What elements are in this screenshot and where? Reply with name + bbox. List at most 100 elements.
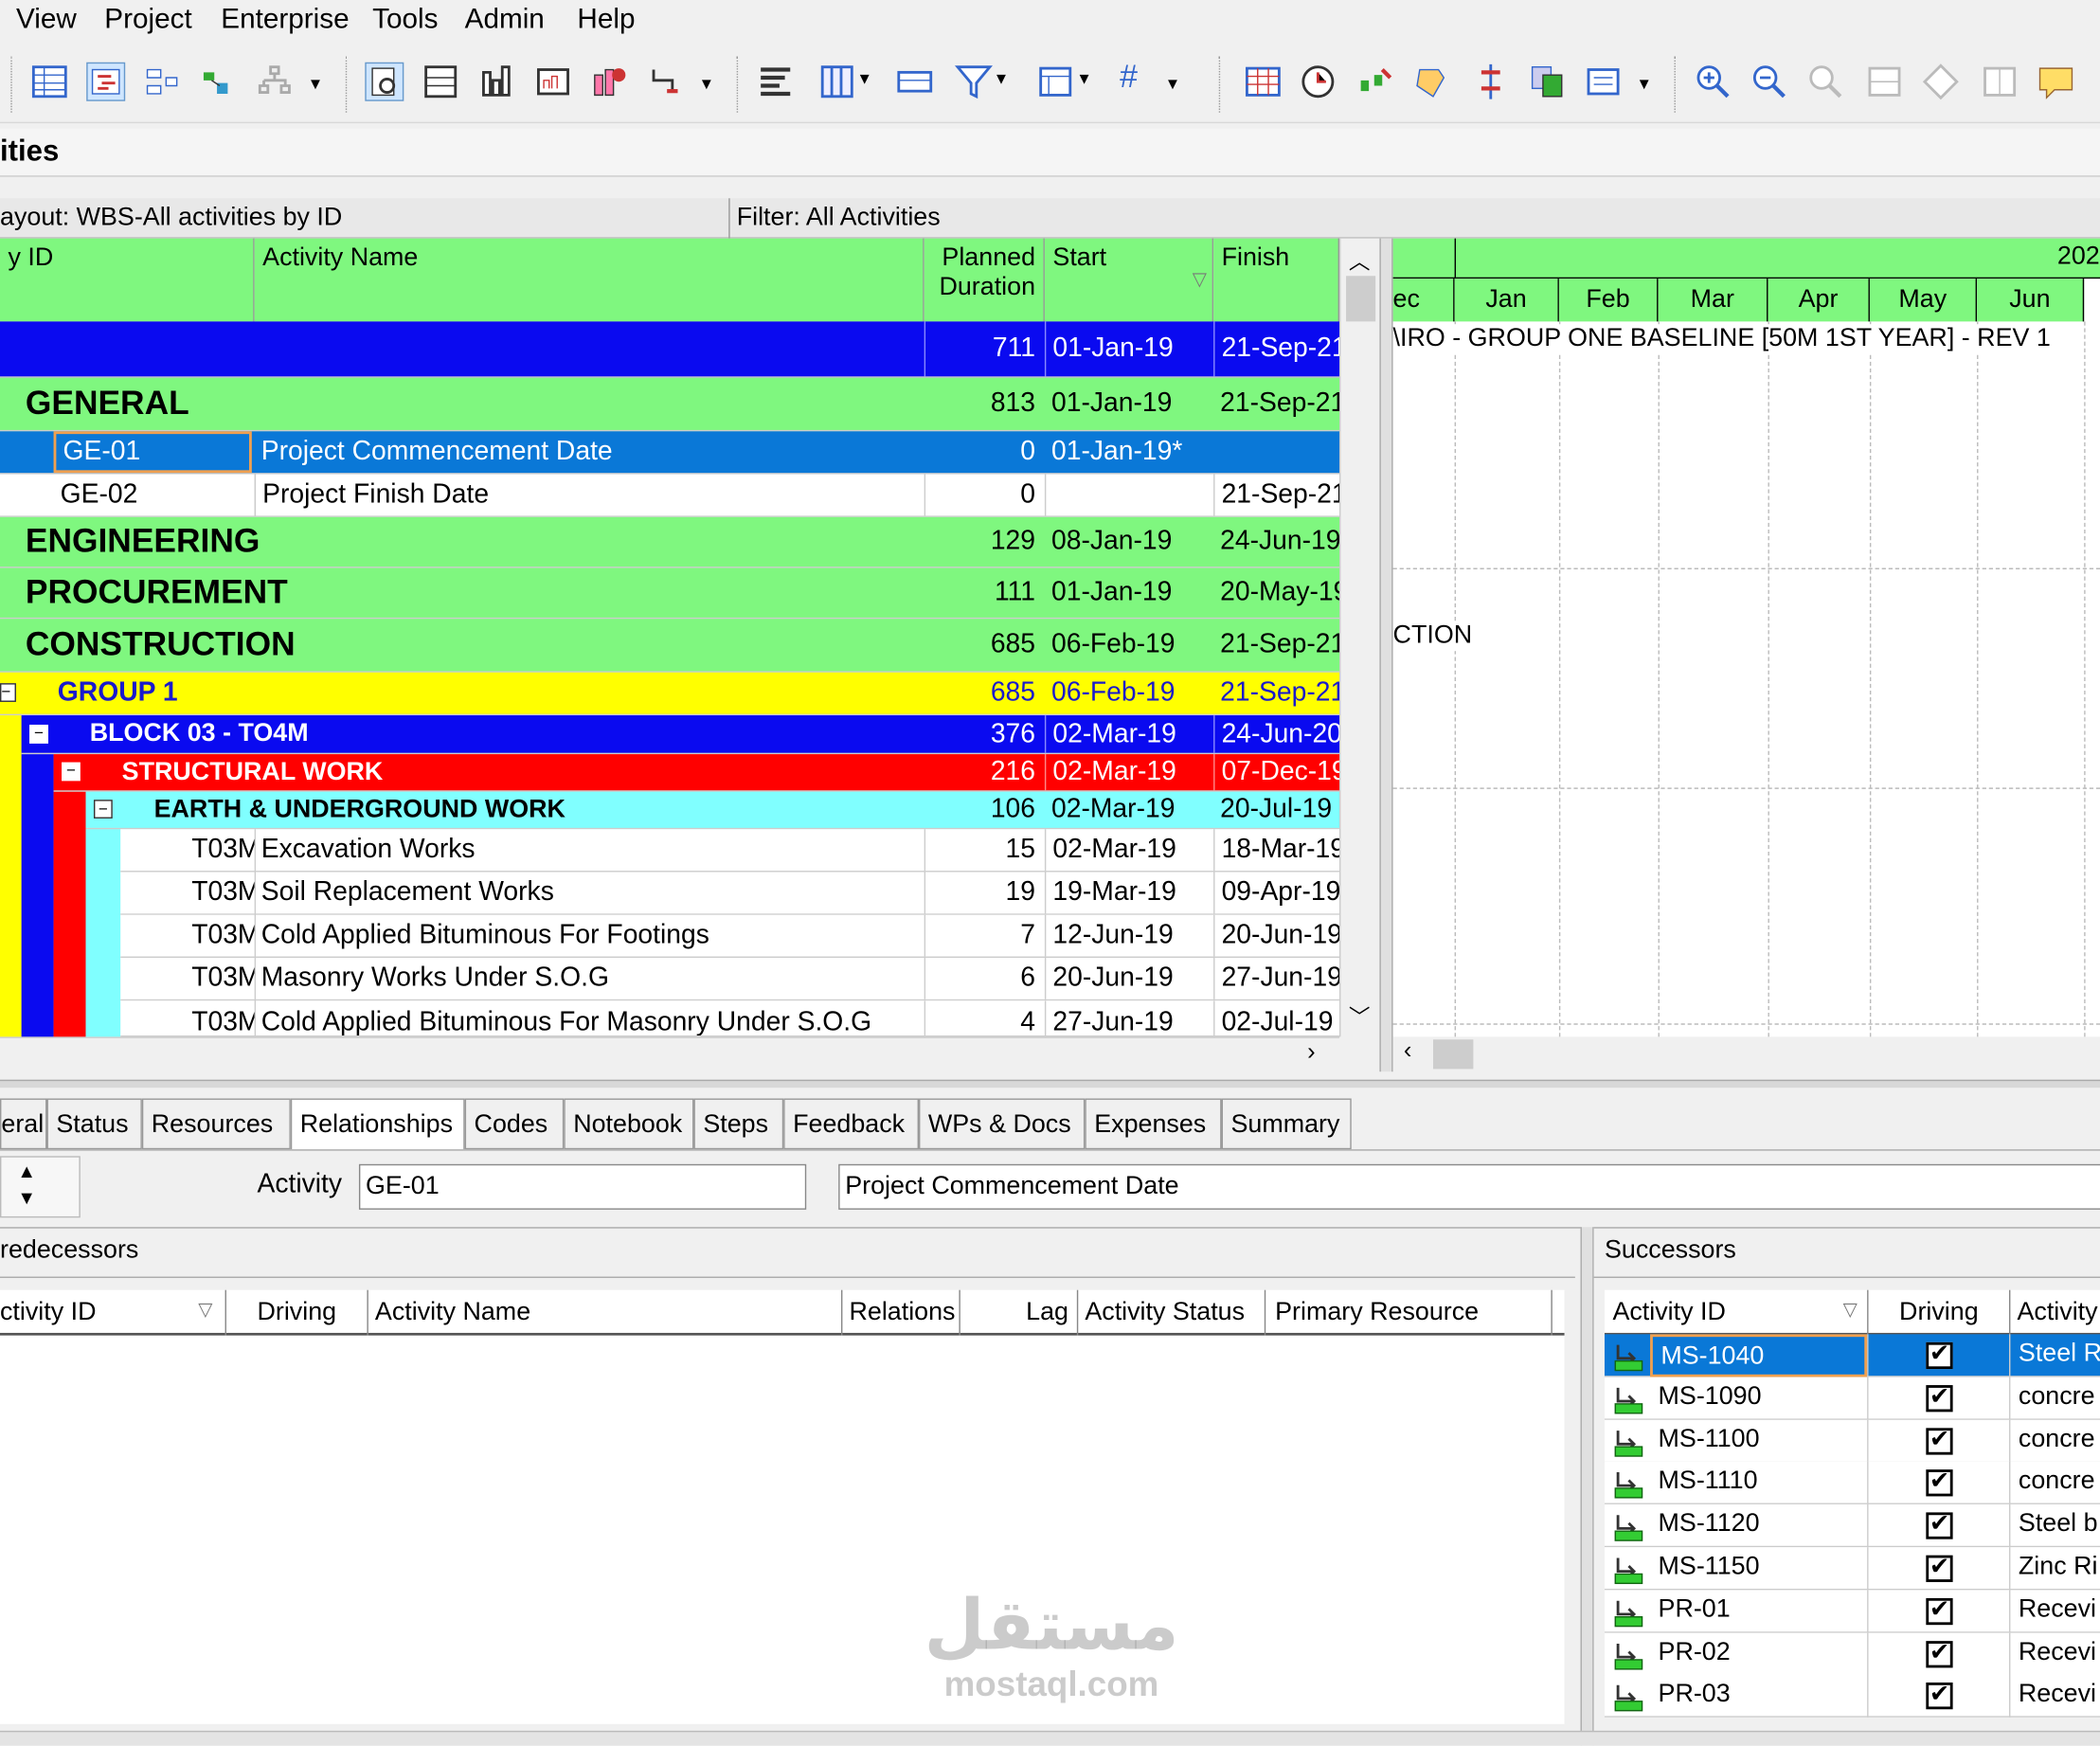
col-activity-id[interactable]: y ID (0, 238, 255, 322)
activity-id-field[interactable]: GE-01 (358, 1163, 807, 1210)
tab-general[interactable]: eral (0, 1098, 47, 1150)
filter-label[interactable]: Filter: All Activities (737, 204, 941, 233)
driving-checkbox[interactable] (1867, 1462, 2009, 1505)
grid-horizontal-scrollbar[interactable]: › (0, 1036, 1339, 1072)
pred-col-lag[interactable]: Lag (1026, 1298, 1068, 1327)
notes-icon[interactable] (2036, 62, 2075, 101)
table-row[interactable]: ENGINEERING 129 08-Jan-19 24-Jun-19 (0, 516, 1339, 568)
group-sort-icon[interactable] (1036, 62, 1076, 101)
tab-resources[interactable]: Resources (141, 1098, 291, 1150)
tab-codes[interactable]: Codes (464, 1098, 565, 1150)
filter-icon[interactable] (954, 62, 994, 101)
table-row[interactable]: T03M Cold Applied Bituminous For Masonry… (120, 1000, 1339, 1037)
successor-activity-id[interactable]: PR-03 (1650, 1675, 1867, 1718)
chevron-down-icon[interactable]: ▾ (702, 72, 711, 95)
trace-logic-2-icon[interactable] (646, 62, 686, 101)
collapse-icon[interactable]: − (62, 763, 81, 782)
successor-activity-id[interactable]: MS-1100 (1650, 1419, 1867, 1462)
successor-row[interactable]: MS-1150 Zinc Ri (1604, 1547, 2100, 1591)
resource-profile-icon[interactable] (533, 62, 573, 101)
successor-row[interactable]: MS-1100 concre (1604, 1419, 2100, 1463)
menu-admin[interactable]: Admin (465, 4, 545, 36)
collapse-icon[interactable]: − (0, 683, 16, 702)
arrow-down-icon[interactable]: ▼ (17, 1187, 36, 1209)
table-row[interactable]: T03M Cold Applied Bituminous For Footing… (120, 914, 1339, 959)
scroll-up-icon[interactable]: ︿ (1349, 243, 1371, 276)
cell-id[interactable]: GE-01 (53, 431, 252, 474)
successor-activity-id[interactable]: MS-1090 (1650, 1377, 1867, 1419)
store-period-icon[interactable] (1411, 62, 1451, 101)
wbs-chart-icon[interactable] (255, 62, 295, 101)
successor-row[interactable]: MS-1110 concre (1604, 1462, 2100, 1505)
copy-layout-icon[interactable] (1527, 62, 1567, 101)
level-resources-icon[interactable] (1355, 62, 1395, 101)
bottom-layout-icon[interactable] (421, 62, 460, 101)
chevron-down-icon[interactable]: ▾ (1080, 67, 1089, 90)
pred-col-activity-id[interactable]: ctivity ID (0, 1298, 96, 1327)
menu-view[interactable]: View (16, 4, 77, 36)
pred-col-activity-status[interactable]: Activity Status (1085, 1298, 1245, 1327)
driving-checkbox[interactable] (1867, 1504, 2009, 1548)
successor-activity-id[interactable]: MS-1110 (1650, 1462, 1867, 1504)
table-row[interactable]: GE-01 Project Commencement Date 0 01-Jan… (0, 431, 1339, 475)
scroll-right-icon[interactable]: › (1307, 1038, 1315, 1067)
pane-splitter-vertical[interactable] (1580, 1227, 1594, 1746)
successor-activity-id[interactable]: MS-1150 (1650, 1547, 1867, 1590)
collapse-icon[interactable]: − (29, 724, 48, 744)
sort-icon[interactable]: ▽ (1193, 268, 1207, 291)
trace-logic-icon[interactable] (198, 62, 238, 101)
timescale-icon[interactable] (895, 62, 935, 101)
driving-checkbox[interactable] (1867, 1675, 2009, 1719)
tab-notebook[interactable]: Notebook (564, 1098, 694, 1150)
gantt-view-icon[interactable] (85, 62, 126, 101)
resource-usage-icon[interactable] (476, 62, 516, 101)
tab-summary[interactable]: Summary (1221, 1098, 1352, 1150)
successor-row[interactable]: MS-1090 concre (1604, 1377, 2100, 1420)
reports-icon[interactable] (1583, 62, 1623, 101)
chevron-down-icon[interactable]: ▾ (860, 67, 870, 90)
record-stepper[interactable]: ▲ ▼ (0, 1156, 81, 1218)
scroll-thumb[interactable] (1346, 276, 1376, 322)
successor-row[interactable]: PR-03 Recevi (1604, 1675, 2100, 1719)
successor-row[interactable]: PR-01 Recevi (1604, 1590, 2100, 1633)
table-row[interactable]: 711 01-Jan-19 21-Sep-21 (0, 321, 1339, 378)
chevron-down-icon[interactable]: ▾ (311, 72, 320, 95)
hash-icon[interactable]: # (1120, 59, 1138, 97)
spreadsheet-icon[interactable] (1243, 62, 1283, 101)
chevron-down-icon[interactable]: ▾ (996, 67, 1006, 90)
bars-icon[interactable] (755, 62, 795, 101)
tab-status[interactable]: Status (46, 1098, 142, 1150)
sort-icon[interactable]: ▽ (1843, 1298, 1858, 1321)
chevron-down-icon[interactable]: ▾ (1168, 72, 1177, 95)
tab-wps-docs[interactable]: WPs & Docs (919, 1098, 1086, 1150)
col-finish[interactable]: Finish (1213, 238, 1339, 322)
arrow-up-icon[interactable]: ▲ (17, 1161, 36, 1182)
driving-checkbox[interactable] (1867, 1547, 2009, 1591)
horizontal-splitter[interactable] (0, 1079, 2100, 1089)
pred-col-primary-resource[interactable]: Primary Resource (1275, 1298, 1479, 1327)
zoom-in-icon[interactable] (1693, 62, 1732, 101)
table-row[interactable]: CONSTRUCTION 685 06-Feb-19 21-Sep-21 (0, 619, 1339, 673)
table-row[interactable]: − BLOCK 03 - TO4M 376 02-Mar-19 24-Jun-2… (21, 715, 1339, 755)
scroll-left-icon[interactable]: ‹ (1404, 1036, 1411, 1065)
table-row[interactable]: T03M Masonry Works Under S.O.G 6 20-Jun-… (120, 958, 1339, 1001)
activity-details-icon[interactable] (365, 62, 404, 101)
activity-name-field[interactable]: Project Commencement Date (838, 1163, 2100, 1210)
scroll-thumb[interactable] (1432, 1039, 1474, 1070)
driving-checkbox[interactable] (1867, 1590, 2009, 1633)
successor-row[interactable]: MS-1120 Steel b (1604, 1504, 2100, 1548)
schedule-icon[interactable] (1300, 62, 1339, 101)
successor-row[interactable]: MS-1040 Steel R (1604, 1334, 2100, 1377)
menu-project[interactable]: Project (104, 4, 191, 36)
network-icon[interactable] (142, 62, 182, 101)
gantt-horizontal-scrollbar[interactable]: ‹ (1392, 1036, 2100, 1072)
pred-col-driving[interactable]: Driving (257, 1298, 336, 1327)
table-icon[interactable] (29, 62, 69, 101)
pane-splitter[interactable] (1379, 238, 1393, 1072)
resource-histogram-icon[interactable] (589, 62, 629, 101)
menu-help[interactable]: Help (577, 4, 635, 36)
table-row[interactable]: PROCUREMENT 111 01-Jan-19 20-May-19 (0, 567, 1339, 620)
tab-relationships[interactable]: Relationships (290, 1098, 465, 1150)
zoom-out-icon[interactable] (1750, 62, 1789, 101)
successor-row[interactable]: PR-02 Recevi (1604, 1632, 2100, 1676)
